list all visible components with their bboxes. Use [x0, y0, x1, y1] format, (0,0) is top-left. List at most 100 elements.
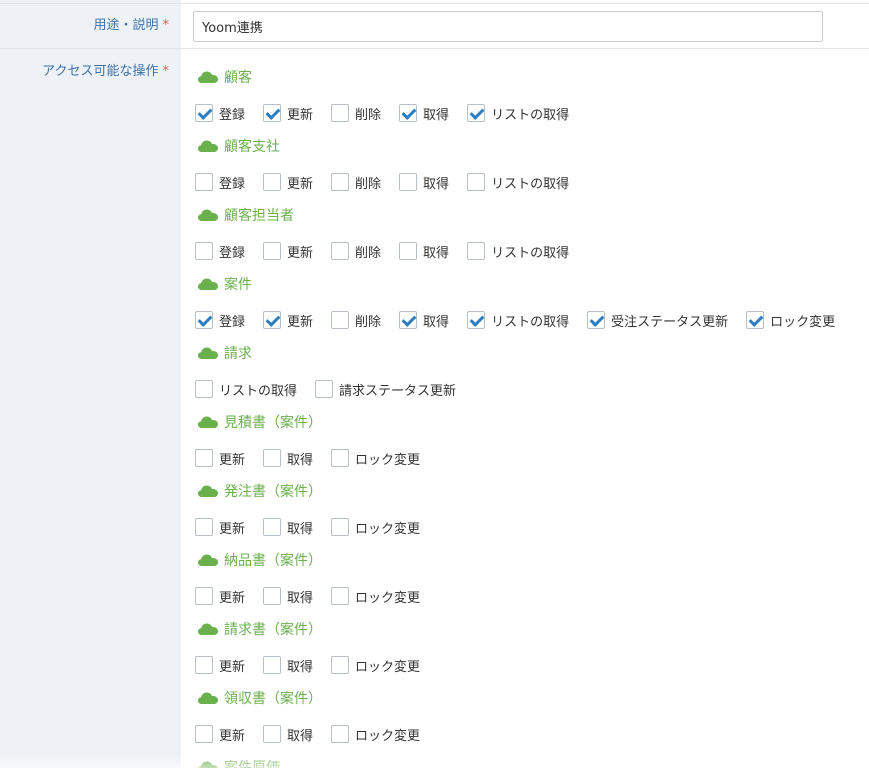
purpose-input[interactable] [193, 11, 823, 42]
permission-option[interactable]: 更新 [195, 518, 245, 537]
option-label: 取得 [423, 314, 450, 330]
checkbox-unchecked[interactable] [263, 173, 282, 191]
permission-option[interactable]: ロック変更 [746, 311, 835, 330]
permission-option[interactable]: 取得 [263, 725, 313, 744]
permission-option[interactable]: ロック変更 [331, 449, 420, 468]
checkbox-unchecked[interactable] [331, 173, 350, 191]
checkbox-unchecked[interactable] [263, 449, 282, 467]
checkbox-unchecked[interactable] [263, 518, 282, 536]
permission-option[interactable]: 登録 [195, 311, 245, 330]
permission-option[interactable]: 取得 [399, 311, 449, 330]
option-label: 取得 [423, 176, 450, 192]
cloud-icon [198, 347, 218, 359]
checkbox-unchecked[interactable] [195, 242, 213, 260]
checkbox-unchecked[interactable] [331, 311, 350, 329]
permission-option[interactable]: 削除 [331, 311, 381, 330]
group-title-text: 請求書（案件） [224, 622, 322, 638]
permission-option[interactable]: ロック変更 [331, 518, 420, 537]
permission-option[interactable]: ロック変更 [331, 656, 420, 675]
checkbox-unchecked[interactable] [331, 449, 350, 467]
purpose-label: 用途・説明 * [93, 14, 169, 33]
permission-option[interactable]: 更新 [263, 242, 313, 261]
checkbox-checked[interactable] [467, 104, 486, 122]
permission-option[interactable]: 取得 [399, 242, 449, 261]
permission-option[interactable]: リストの取得 [467, 104, 569, 123]
checkbox-unchecked[interactable] [263, 725, 282, 743]
checkbox-checked[interactable] [195, 104, 213, 122]
checkbox-checked[interactable] [467, 311, 486, 329]
checkbox-checked[interactable] [587, 311, 606, 329]
checkbox-unchecked[interactable] [195, 380, 213, 398]
permission-option[interactable]: リストの取得 [195, 380, 297, 399]
permission-option[interactable]: 取得 [399, 173, 449, 192]
checkbox-unchecked[interactable] [467, 242, 486, 260]
permission-option[interactable]: 取得 [263, 449, 313, 468]
permission-option[interactable]: 削除 [331, 104, 381, 123]
permission-option[interactable]: 取得 [263, 518, 313, 537]
permission-option[interactable]: 受注ステータス更新 [587, 311, 728, 330]
permission-option[interactable]: 更新 [195, 587, 245, 606]
permission-option[interactable]: 削除 [331, 173, 381, 192]
cloud-icon [198, 623, 218, 635]
checkbox-unchecked[interactable] [195, 518, 213, 536]
permission-option[interactable]: ロック変更 [331, 587, 420, 606]
checkbox-checked[interactable] [195, 311, 213, 329]
checkbox-unchecked[interactable] [331, 104, 350, 122]
permission-option[interactable]: 更新 [195, 449, 245, 468]
group-title-text: 見積書（案件） [224, 415, 322, 431]
permission-option[interactable]: 更新 [263, 311, 313, 330]
permission-option[interactable]: 更新 [195, 656, 245, 675]
option-label: 更新 [219, 521, 246, 537]
checkbox-checked[interactable] [746, 311, 765, 329]
checkbox-unchecked[interactable] [331, 656, 350, 674]
permission-option[interactable]: リストの取得 [467, 173, 569, 192]
group-title: 顧客 [198, 68, 252, 86]
permission-option[interactable]: 削除 [331, 242, 381, 261]
group-title-text: 案件 [224, 277, 252, 293]
checkbox-unchecked[interactable] [195, 656, 213, 674]
checkbox-unchecked[interactable] [399, 173, 418, 191]
checkbox-unchecked[interactable] [399, 242, 418, 260]
checkbox-unchecked[interactable] [331, 518, 350, 536]
checkbox-unchecked[interactable] [263, 242, 282, 260]
options-row: 更新 取得 ロック変更 [195, 517, 438, 537]
permission-option[interactable]: 登録 [195, 173, 245, 192]
option-label: 削除 [355, 107, 382, 123]
option-label: 更新 [219, 659, 246, 675]
permission-option[interactable]: 登録 [195, 104, 245, 123]
permission-option[interactable]: 更新 [263, 104, 313, 123]
checkbox-unchecked[interactable] [331, 587, 350, 605]
group-title-text: 領収書（案件） [224, 691, 322, 707]
permission-option[interactable]: ロック変更 [331, 725, 420, 744]
option-label: ロック変更 [770, 314, 836, 330]
permission-option[interactable]: 登録 [195, 242, 245, 261]
checkbox-unchecked[interactable] [195, 587, 213, 605]
option-label: リストの取得 [491, 176, 570, 192]
checkbox-unchecked[interactable] [195, 725, 213, 743]
cloud-icon [198, 692, 218, 704]
checkbox-unchecked[interactable] [263, 656, 282, 674]
top-divider [0, 3, 869, 4]
access-label: アクセス可能な操作 * [42, 60, 169, 79]
checkbox-unchecked[interactable] [331, 242, 350, 260]
permission-option[interactable]: リストの取得 [467, 242, 569, 261]
checkbox-unchecked[interactable] [467, 173, 486, 191]
cloud-icon [198, 140, 218, 152]
checkbox-unchecked[interactable] [195, 173, 213, 191]
cloud-icon [198, 71, 218, 83]
permission-option[interactable]: 取得 [399, 104, 449, 123]
permission-option[interactable]: リストの取得 [467, 311, 569, 330]
checkbox-checked[interactable] [263, 104, 282, 122]
permission-option[interactable]: 更新 [263, 173, 313, 192]
permission-option[interactable]: 更新 [195, 725, 245, 744]
checkbox-unchecked[interactable] [331, 725, 350, 743]
permission-option[interactable]: 請求ステータス更新 [315, 380, 456, 399]
permission-option[interactable]: 取得 [263, 656, 313, 675]
checkbox-unchecked[interactable] [263, 587, 282, 605]
checkbox-checked[interactable] [399, 311, 418, 329]
checkbox-unchecked[interactable] [195, 449, 213, 467]
checkbox-unchecked[interactable] [315, 380, 334, 398]
permission-option[interactable]: 取得 [263, 587, 313, 606]
checkbox-checked[interactable] [399, 104, 418, 122]
checkbox-checked[interactable] [263, 311, 282, 329]
